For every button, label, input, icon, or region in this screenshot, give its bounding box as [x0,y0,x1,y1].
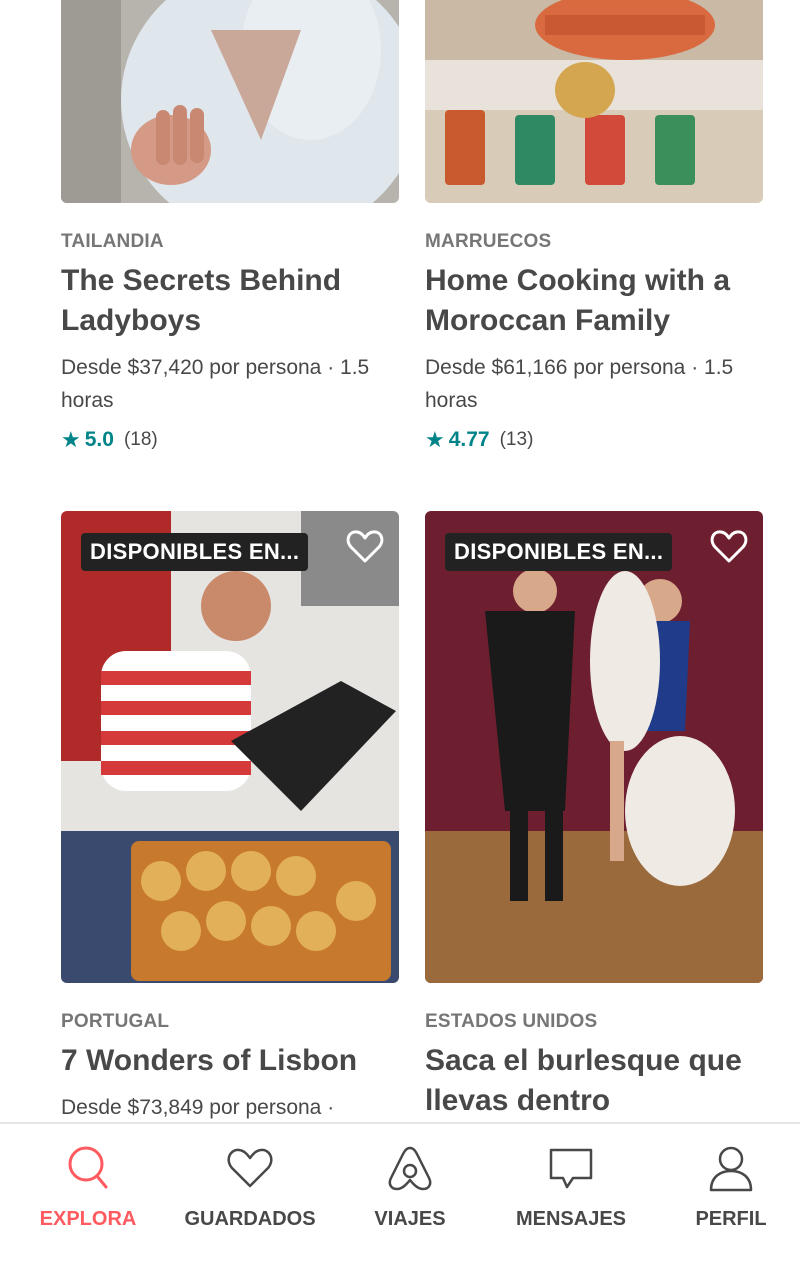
review-count: (18) [123,429,158,450]
tab-explora[interactable]: EXPLORA [8,1140,168,1231]
star-icon: ★ [61,427,81,452]
experience-photo[interactable] [425,0,763,203]
tab-viajes[interactable]: VIAJES [330,1140,490,1231]
card-title[interactable]: The Secrets Behind Ladyboys [61,261,399,341]
heart-icon[interactable] [709,527,749,567]
tab-label: GUARDADOS [184,1208,316,1230]
card-title[interactable]: Home Cooking with a Moroccan Family [425,261,763,341]
experience-photo[interactable] [61,0,399,203]
tab-label: PERFIL [695,1208,767,1230]
card-price: Desde $37,420 por persona · 1.5 horas [61,356,370,412]
tab-perfil[interactable]: PERFIL [651,1140,800,1231]
tab-label: MENSAJES [515,1208,627,1230]
experience-card-estados-unidos[interactable]: DISPONIBLES EN... ESTADOS UNIDOS Saca el… [425,511,763,1121]
star-icon: ★ [425,427,445,452]
experience-card-marruecos[interactable]: MARRUECOS Home Cooking with a Moroccan F… [425,0,763,453]
experience-photo[interactable]: DISPONIBLES EN... [61,511,399,983]
experience-card-tailandia[interactable]: TAILANDIA The Secrets Behind Ladyboys De… [61,0,399,453]
airbnb-logo-icon [388,1146,432,1191]
bottom-tab-bar: EXPLORA GUARDADOS VIAJES MENSAJES PERFIL [0,1122,800,1270]
message-icon [549,1148,593,1189]
experience-card-portugal[interactable]: DISPONIBLES EN... PORTUGAL 7 Wonders of … [61,511,399,1124]
heart-icon [227,1148,273,1188]
tab-label: EXPLORA [39,1208,137,1230]
card-title[interactable]: Saca el burlesque que llevas dentro [425,1041,763,1121]
profile-icon [709,1146,753,1192]
tab-guardados[interactable]: GUARDADOS [170,1140,330,1231]
review-count: (13) [499,429,534,450]
rating-score: 5.0 [84,428,114,451]
card-country: ESTADOS UNIDOS [425,1011,598,1032]
card-price: Desde $61,166 por persona · 1.5 horas [425,356,734,412]
experience-photo[interactable]: DISPONIBLES EN... [425,511,763,983]
heart-icon[interactable] [345,527,385,567]
card-price: Desde $73,849 por persona · [61,1096,335,1119]
card-country: TAILANDIA [61,231,164,252]
card-rating: ★ 4.77 (13) [425,427,763,453]
card-country: MARRUECOS [425,231,552,252]
tab-label: VIAJES [374,1208,446,1230]
rating-score: 4.77 [448,428,490,451]
availability-badge: DISPONIBLES EN... [445,533,673,571]
card-rating: ★ 5.0 (18) [61,427,399,453]
availability-badge: DISPONIBLES EN... [81,533,309,571]
tab-mensajes[interactable]: MENSAJES [491,1140,651,1231]
card-title[interactable]: 7 Wonders of Lisbon [61,1041,399,1081]
search-icon [68,1146,108,1189]
card-country: PORTUGAL [61,1011,170,1032]
